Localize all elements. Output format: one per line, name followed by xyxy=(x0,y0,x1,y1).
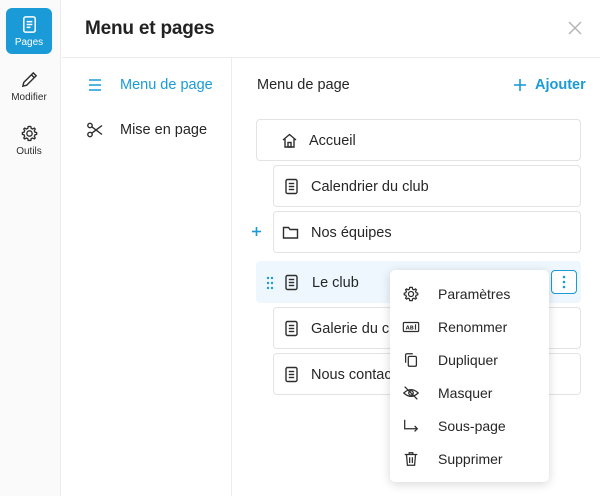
page-icon xyxy=(285,274,298,291)
subpage-arrow-icon xyxy=(404,419,419,432)
rail-outils-button[interactable]: Outils xyxy=(6,117,52,163)
rename-icon: AB xyxy=(402,321,420,333)
page-icon xyxy=(285,366,298,383)
nav-item-menu-de-page[interactable]: Menu de page xyxy=(62,68,231,102)
page-icon xyxy=(22,15,36,33)
menu-item-sous-page[interactable]: Sous-page xyxy=(390,410,549,443)
menu-item-masquer[interactable]: Masquer xyxy=(390,377,549,410)
duplicate-icon xyxy=(404,353,418,367)
menu-item-label: Paramètres xyxy=(438,286,511,302)
menu-item-dupliquer[interactable]: Dupliquer xyxy=(390,344,549,377)
page-row-label: Nos équipes xyxy=(311,225,392,241)
close-button[interactable] xyxy=(566,19,584,37)
rail-pages-button[interactable]: Pages xyxy=(6,8,52,54)
kebab-icon xyxy=(562,275,566,289)
page-row-label: Calendrier du club xyxy=(311,179,429,195)
rail-modifier-button[interactable]: Modifier xyxy=(6,63,52,109)
plus-icon xyxy=(514,79,526,91)
nav-item-mise-en-page[interactable]: Mise en page xyxy=(62,113,231,147)
close-icon xyxy=(568,21,582,35)
page-row-nos-equipes[interactable]: Nos équipes xyxy=(273,211,581,253)
nav-item-label: Menu de page xyxy=(120,77,213,93)
home-icon xyxy=(282,133,297,148)
menu-item-label: Masquer xyxy=(438,385,493,401)
nav-item-label: Mise en page xyxy=(120,122,208,138)
svg-text:AB: AB xyxy=(406,325,414,331)
page-row-label: Accueil xyxy=(309,133,356,149)
rail-modifier-label: Modifier xyxy=(11,91,47,103)
menu-item-label: Renommer xyxy=(438,319,508,335)
gear-icon xyxy=(403,286,419,302)
page-row-calendrier[interactable]: Calendrier du club xyxy=(273,165,581,207)
folder-icon xyxy=(282,226,299,239)
rail-outils-label: Outils xyxy=(16,145,42,157)
context-menu: Paramètres AB Renommer Dupliquer Masquer… xyxy=(390,270,549,482)
menu-item-supprimer[interactable]: Supprimer xyxy=(390,443,549,476)
page-row-accueil[interactable]: Accueil xyxy=(256,119,581,161)
menu-item-label: Supprimer xyxy=(438,451,503,467)
add-page-label: Ajouter xyxy=(535,77,586,93)
left-rail: Pages Modifier Outils xyxy=(0,0,61,496)
insert-point-icon[interactable] xyxy=(251,226,262,237)
scissors-icon xyxy=(87,122,103,138)
drag-handle-icon[interactable] xyxy=(265,275,275,291)
page-row-label: Le club xyxy=(312,275,359,291)
menu-item-label: Sous-page xyxy=(438,418,506,434)
trash-icon xyxy=(404,452,418,466)
page-icon xyxy=(285,178,298,195)
settings-nav: Menu de page Mise en page xyxy=(62,57,232,496)
add-page-button[interactable]: Ajouter xyxy=(513,74,586,96)
more-options-button[interactable] xyxy=(551,270,577,294)
eye-off-icon xyxy=(402,386,420,400)
page-title: Menu et pages xyxy=(85,18,215,39)
gear-icon xyxy=(21,125,37,141)
page-icon xyxy=(285,320,298,337)
section-title: Menu de page xyxy=(257,77,350,93)
rail-pages-label: Pages xyxy=(14,36,44,48)
menu-item-label: Dupliquer xyxy=(438,352,498,368)
menu-item-parametres[interactable]: Paramètres xyxy=(390,278,549,311)
pencil-icon xyxy=(21,71,37,87)
list-icon xyxy=(89,79,101,91)
menu-item-renommer[interactable]: AB Renommer xyxy=(390,311,549,344)
